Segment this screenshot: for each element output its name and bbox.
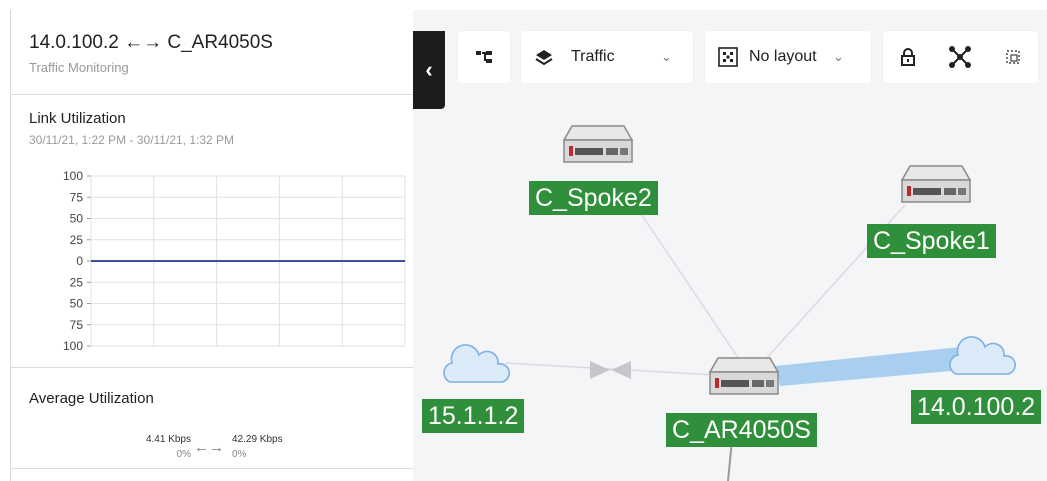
- chevron-down-icon: ⌄: [661, 49, 672, 64]
- bowtie-icon: [590, 361, 610, 379]
- hierarchy-button[interactable]: [458, 31, 510, 83]
- layout-select[interactable]: No layout ⌄: [705, 31, 871, 83]
- link-spoke2[interactable]: [624, 189, 746, 369]
- select-icon[interactable]: [1004, 48, 1022, 66]
- router-icon[interactable]: [900, 164, 972, 208]
- network-icon[interactable]: [948, 45, 972, 69]
- router-icon[interactable]: [708, 356, 780, 400]
- cloud-icon[interactable]: [438, 344, 514, 386]
- view-select[interactable]: Traffic ⌄: [521, 31, 693, 83]
- lock-icon[interactable]: [899, 47, 917, 67]
- chevron-down-icon: ⌄: [833, 49, 844, 64]
- node-label-cloud-left[interactable]: 15.1.1.2: [422, 399, 525, 433]
- layout-select-value: No layout: [749, 48, 817, 65]
- cloud-icon[interactable]: [944, 336, 1020, 378]
- link-cloud-left[interactable]: [504, 362, 716, 376]
- collapse-panel-button[interactable]: ‹: [413, 31, 445, 109]
- layout-icon: [718, 47, 738, 67]
- bowtie-icon: [611, 361, 631, 379]
- view-select-value: Traffic: [571, 48, 615, 65]
- node-label-ar4050s[interactable]: C_AR4050S: [666, 413, 817, 447]
- toolbar-actions: [883, 31, 1038, 83]
- hierarchy-icon: [476, 51, 492, 63]
- router-icon[interactable]: [562, 124, 634, 168]
- layers-icon: [535, 50, 553, 65]
- node-label-spoke1[interactable]: C_Spoke1: [867, 224, 996, 258]
- node-label-spoke2[interactable]: C_Spoke2: [529, 181, 658, 215]
- node-label-cloud-right[interactable]: 14.0.100.2: [911, 390, 1042, 424]
